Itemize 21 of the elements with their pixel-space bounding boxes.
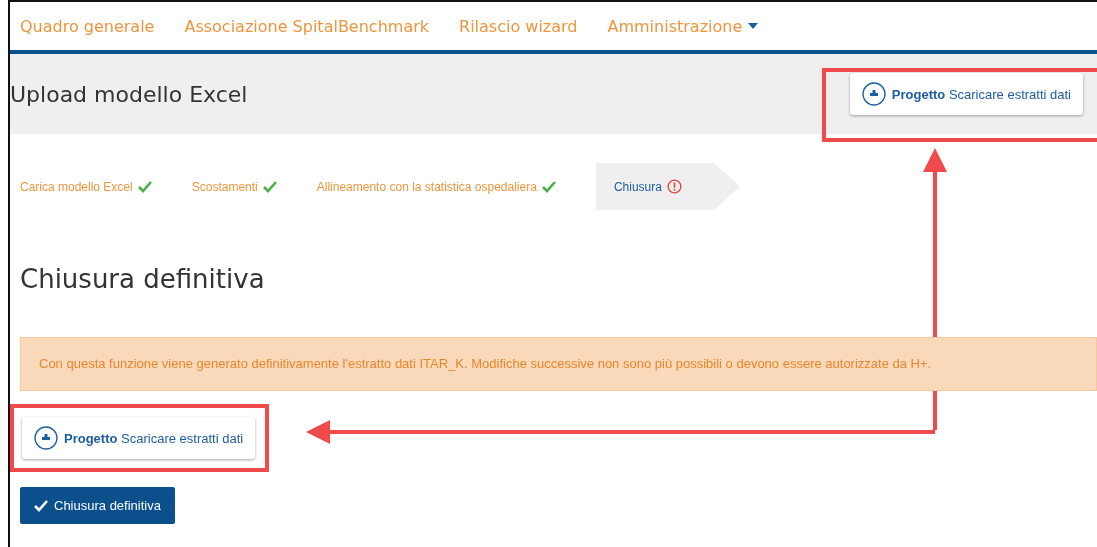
wizard-step[interactable]: Carica modello Excel <box>20 179 152 194</box>
nav-link[interactable]: Amministrazione <box>607 16 759 36</box>
nav-link[interactable]: Rilascio wizard <box>459 16 578 36</box>
download-button[interactable]: Progetto Scaricare estratti dati <box>849 73 1083 115</box>
wizard-step[interactable]: Chiusura <box>595 163 740 210</box>
warning-alert: Con questa funzione viene generato definitivamente l'estratto dati ITAR_K. Modifiche successive non sono più possibili o devono essere autorizzate da H+. <box>20 337 1097 391</box>
download-button[interactable]: Progetto Scaricare estratti dati <box>22 417 256 459</box>
alert-icon <box>666 179 682 194</box>
confirm-button[interactable]: Chiusura definitiva <box>20 487 175 524</box>
check-icon <box>137 180 152 193</box>
page-title: Upload modello Excel <box>10 81 248 107</box>
wizard-step[interactable]: Allineamento con la statistica ospedaliera <box>316 179 556 194</box>
section-heading: Chiusura definitiva <box>20 263 266 295</box>
check-icon <box>262 180 277 193</box>
check-icon <box>541 180 556 193</box>
download-icon <box>34 426 58 450</box>
nav-link[interactable]: Associazione SpitalBenchmark <box>184 16 430 36</box>
check-icon <box>34 499 48 512</box>
download-icon <box>861 82 886 106</box>
wizard-step[interactable]: Scostamenti <box>191 179 277 194</box>
nav-link[interactable]: Quadro generale <box>20 16 155 36</box>
